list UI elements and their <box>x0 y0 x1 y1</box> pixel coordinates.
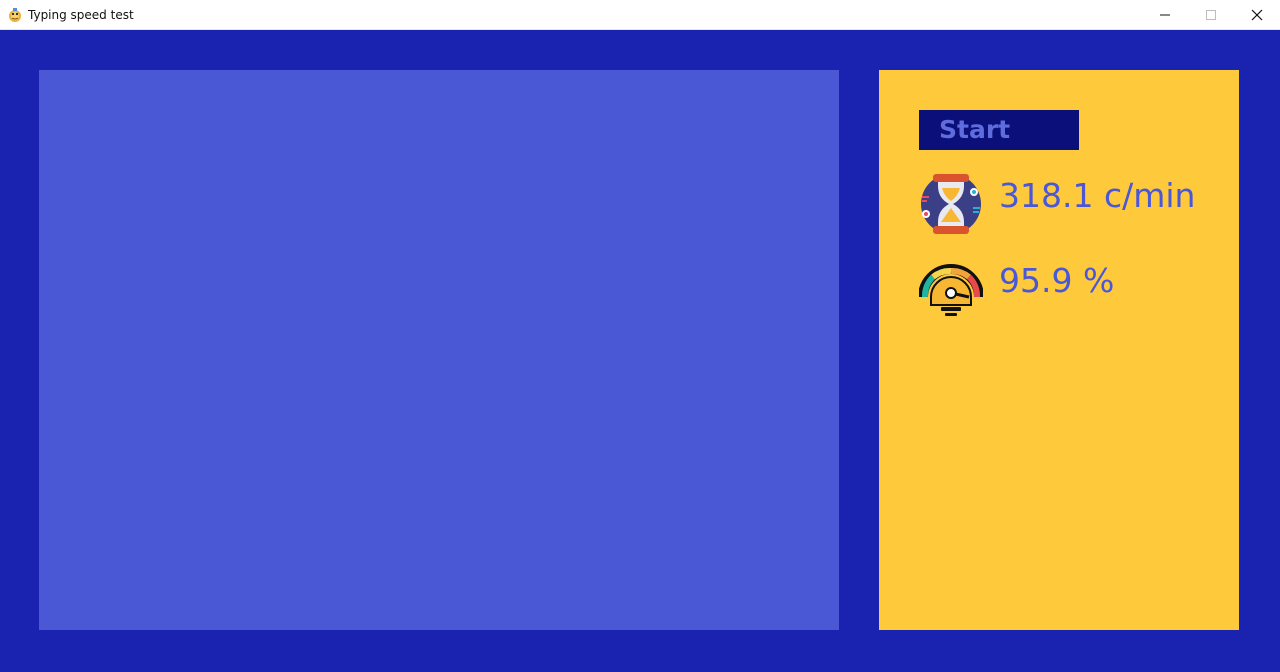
minimize-button[interactable] <box>1142 0 1188 29</box>
title-bar[interactable]: Typing speed test <box>0 0 1280 30</box>
start-button[interactable]: Start <box>919 110 1079 150</box>
app-window: Typing speed test Start 318.1 c/min 95.9… <box>0 0 1280 672</box>
window-title: Typing speed test <box>28 8 134 22</box>
accuracy-value: 95.9 % <box>999 261 1115 300</box>
pygame-snake-icon <box>9 8 21 22</box>
speedometer-icon <box>919 264 983 316</box>
minimize-icon <box>1160 14 1170 15</box>
speed-value: 318.1 c/min <box>999 176 1196 215</box>
maximize-icon <box>1206 9 1216 20</box>
close-icon <box>1251 9 1263 20</box>
hourglass-icon <box>921 174 981 234</box>
close-button[interactable] <box>1234 0 1280 29</box>
maximize-button[interactable] <box>1188 0 1234 29</box>
typing-area[interactable] <box>39 70 839 630</box>
stats-panel: Start 318.1 c/min 95.9 % <box>879 70 1239 630</box>
